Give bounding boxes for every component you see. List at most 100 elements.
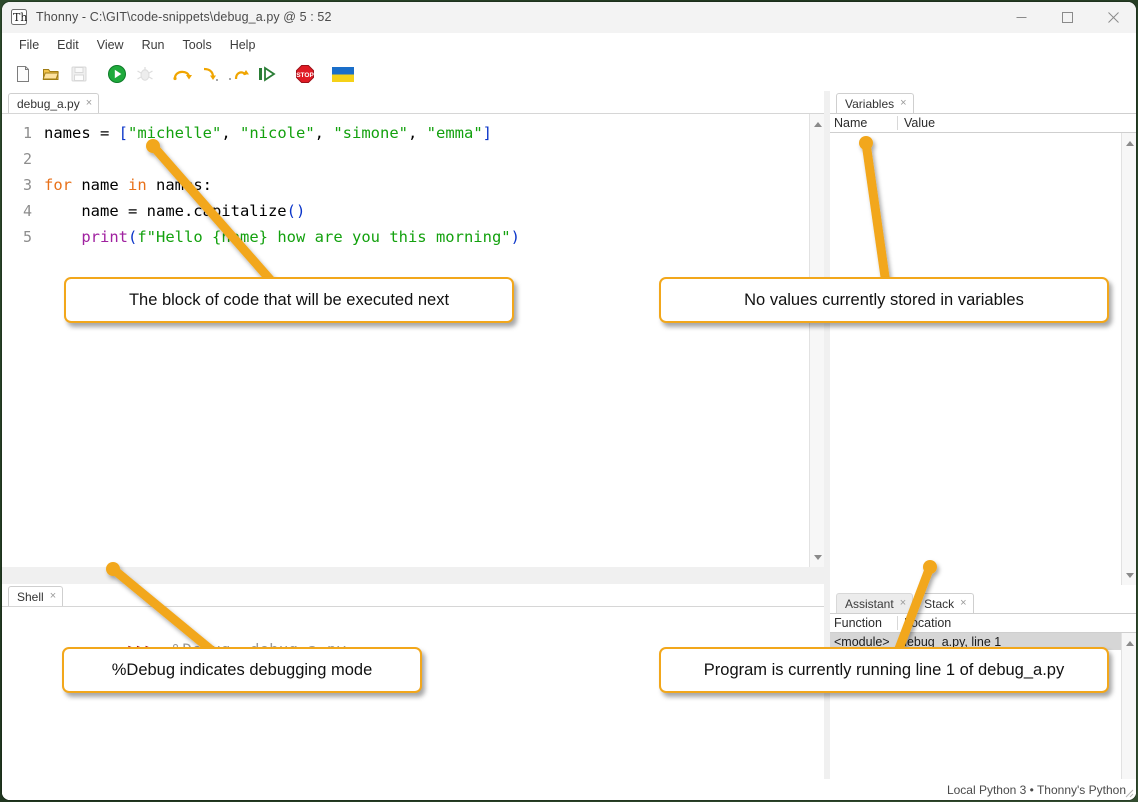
callout-debug-mode: %Debug indicates debugging mode: [62, 647, 422, 693]
tab-shell[interactable]: Shell ×: [8, 586, 64, 606]
code-token: "emma": [426, 124, 483, 142]
variables-vertical-scrollbar[interactable]: [1121, 133, 1136, 585]
stack-header: Function Location: [830, 613, 1136, 633]
column-header-name[interactable]: Name: [830, 116, 898, 130]
code-token: [: [118, 124, 128, 142]
code-token: (: [286, 202, 296, 220]
column-header-function[interactable]: Function: [830, 616, 898, 630]
toolbar: STOP: [2, 57, 1136, 91]
interpreter-status[interactable]: Local Python 3 • Thonny's Python: [947, 783, 1126, 797]
code-token: ): [510, 228, 520, 246]
shell-tabstrip: Shell ×: [2, 584, 824, 606]
scroll-up-icon[interactable]: [810, 116, 824, 132]
step-into-icon[interactable]: [198, 61, 224, 87]
menu-item-tools[interactable]: Tools: [174, 36, 221, 54]
tab-assistant[interactable]: Assistant ×: [836, 593, 914, 613]
variables-list[interactable]: [830, 133, 1136, 585]
code-token: print: [81, 228, 128, 246]
close-icon[interactable]: ×: [960, 598, 966, 609]
editor-vertical-scrollbar[interactable]: [809, 114, 824, 567]
column-header-location[interactable]: Location: [898, 616, 1136, 630]
ukraine-flag-icon[interactable]: [330, 61, 356, 87]
window-title: Thonny - C:\GIT\code-snippets\debug_a.py…: [36, 10, 332, 24]
resize-grip-icon[interactable]: [1122, 786, 1134, 798]
code-token: ,: [221, 124, 240, 142]
close-icon[interactable]: ×: [900, 598, 906, 609]
thonny-icon: Th: [11, 9, 27, 25]
run-icon[interactable]: [104, 61, 130, 87]
line-number: 1: [22, 124, 32, 142]
menu-item-edit[interactable]: Edit: [48, 36, 88, 54]
debug-icon[interactable]: [132, 61, 158, 87]
line-number: 2: [22, 150, 32, 168]
tab-debug-a-py[interactable]: debug_a.py ×: [8, 93, 100, 113]
callout-code-block: The block of code that will be executed …: [64, 277, 514, 323]
code-token: (: [128, 228, 138, 246]
code-line: name = name.capitalize(): [40, 198, 824, 224]
editor-pane: debug_a.py × 1 2 3 4 5 names = ["michell…: [2, 91, 824, 567]
step-over-icon[interactable]: [170, 61, 196, 87]
save-file-icon[interactable]: [66, 61, 92, 87]
stack-vertical-scrollbar[interactable]: [1121, 633, 1136, 800]
stack-tabstrip: Assistant × Stack ×: [830, 591, 1136, 613]
callout-stack-line: Program is currently running line 1 of d…: [659, 647, 1109, 693]
code-token: name = name.capitalize: [44, 202, 287, 220]
code-token: name: [72, 176, 128, 194]
svg-text:Th: Th: [13, 11, 27, 24]
window-controls: [998, 2, 1136, 33]
maximize-button[interactable]: [1044, 2, 1090, 33]
minimize-button[interactable]: [998, 2, 1044, 33]
code-token: ,: [314, 124, 334, 142]
title-bar: Th Thonny - C:\GIT\code-snippets\debug_a…: [2, 2, 1136, 33]
tab-variables[interactable]: Variables ×: [836, 93, 914, 113]
status-bar: Local Python 3 • Thonny's Python: [2, 779, 1136, 800]
line-number: 5: [22, 228, 32, 246]
close-icon[interactable]: ×: [900, 98, 906, 109]
new-file-icon[interactable]: [10, 61, 36, 87]
screenshot-root: Th Thonny - C:\GIT\code-snippets\debug_a…: [0, 0, 1138, 802]
menu-item-file[interactable]: File: [10, 36, 48, 54]
editor-tabstrip: debug_a.py ×: [2, 91, 824, 113]
code-token: how are you this morning": [268, 228, 511, 246]
code-line: print(f"Hello {name} how are you this mo…: [40, 224, 824, 250]
code-token: ): [295, 202, 306, 220]
menu-bar: File Edit View Run Tools Help: [2, 33, 1136, 57]
menu-item-help[interactable]: Help: [221, 36, 265, 54]
code-token: names =: [44, 124, 119, 142]
tab-label: Stack: [924, 596, 955, 611]
scroll-down-icon[interactable]: [810, 549, 824, 565]
scroll-up-icon[interactable]: [1122, 635, 1136, 651]
tab-label: Shell: [17, 589, 44, 604]
tab-stack[interactable]: Stack ×: [915, 593, 974, 613]
svg-text:STOP: STOP: [296, 72, 314, 79]
code-token: for: [44, 176, 72, 194]
horizontal-splitter[interactable]: [2, 567, 824, 584]
variables-header: Name Value: [830, 113, 1136, 133]
current-line-highlight: names = ["michelle", "nicole", "simone",…: [44, 124, 492, 142]
step-out-icon[interactable]: [226, 61, 252, 87]
code-line: for name in names:: [40, 172, 824, 198]
scroll-down-icon[interactable]: [1122, 567, 1136, 583]
stop-icon[interactable]: STOP: [292, 61, 318, 87]
close-icon[interactable]: ×: [50, 591, 56, 602]
column-header-value[interactable]: Value: [898, 116, 1136, 130]
open-file-icon[interactable]: [38, 61, 64, 87]
shell-body[interactable]: >>> %Debug debug_a.py: [2, 606, 824, 800]
code-token: f"Hello: [137, 228, 212, 246]
menu-item-run[interactable]: Run: [133, 36, 174, 54]
code-token: "nicole": [240, 124, 315, 142]
editor-body[interactable]: 1 2 3 4 5 names = ["michelle", "nicole",…: [2, 113, 824, 567]
main-area: debug_a.py × 1 2 3 4 5 names = ["michell…: [2, 91, 1136, 800]
resume-icon[interactable]: [254, 61, 280, 87]
variables-pane: Variables × Name Value: [830, 91, 1136, 585]
code-token: {name}: [212, 228, 268, 246]
code-token: names:: [146, 176, 212, 194]
close-button[interactable]: [1090, 2, 1136, 33]
close-icon[interactable]: ×: [86, 98, 92, 109]
tab-label: Assistant: [845, 596, 894, 611]
code-text-area[interactable]: names = ["michelle", "nicole", "simone",…: [40, 114, 824, 567]
scroll-up-icon[interactable]: [1122, 135, 1136, 151]
tab-label: Variables: [845, 96, 895, 111]
menu-item-view[interactable]: View: [88, 36, 133, 54]
